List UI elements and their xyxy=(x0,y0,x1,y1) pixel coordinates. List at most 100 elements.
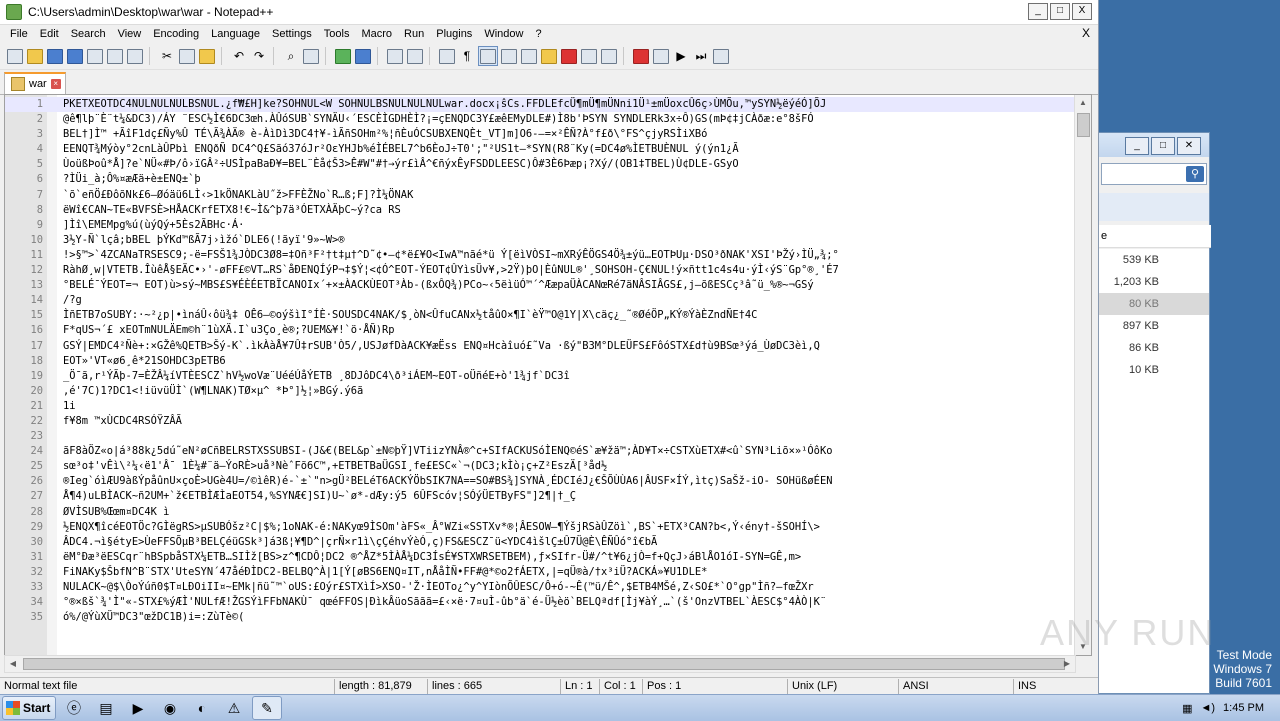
internet-explorer-icon[interactable]: ⓔ xyxy=(60,697,88,719)
line-text[interactable]: 1i xyxy=(63,399,1075,414)
menu-item-window[interactable]: Window xyxy=(478,28,529,40)
bg-search-input[interactable]: ⚲ xyxy=(1101,163,1207,185)
clock[interactable]: 1:45 PM xyxy=(1223,702,1264,714)
editor-line[interactable]: 31 ëM°Ðæ³ëESCqr¨hBSpbåSTX¼ETB…SIÌž[BS>z^¶… xyxy=(5,550,1075,565)
vertical-scroll-thumb[interactable] xyxy=(1077,113,1090,137)
save-all-icon[interactable] xyxy=(66,47,84,65)
menu-item-language[interactable]: Language xyxy=(205,28,266,40)
editor-line[interactable]: 12 RàhØ¸w|VTETB.ÎùêÅ§EÄC•›'-øFF£©VT…RS`åÐ… xyxy=(5,263,1075,278)
menu-item-encoding[interactable]: Encoding xyxy=(147,28,205,40)
line-text[interactable]: /?g xyxy=(63,293,1075,308)
line-text[interactable]: 3½Y-Ñ`lçâ;bBEL þÝKd™ßÃ7j›ìžó`DLE6(!ãyï'9… xyxy=(63,233,1075,248)
line-text[interactable]: ãF8àÖZ«o|á³88k¿5dú˜eN²øCñBELRSTXSSUBSI-(… xyxy=(63,444,1075,459)
close-all-icon[interactable] xyxy=(106,47,124,65)
editor-line[interactable]: 17 GSÝ|EMDC4²Ñè+:×GŽê%QETB>Šý-K`.ìkÀàÅ¥7Û… xyxy=(5,339,1075,354)
editor-line[interactable]: 5 ÙoüßÞoû*Å]?e`NÜ«#Þ/ô›ïGÂ²÷USÌpaBaÐ¥=BEL… xyxy=(5,157,1075,172)
cut-icon[interactable]: ✂ xyxy=(158,47,176,65)
line-text[interactable]: EENQT¾Mýòy°2cnLàÛPbì ENQðÑ DC4^Q£Sãó37óJ… xyxy=(63,142,1075,157)
editor-line[interactable]: 3 BEL†]Ì™ +ÃîF1dç£Ñy%Û TÉ\Ã¾ÀÄ® è-ÀìDì3DC… xyxy=(5,127,1075,142)
editor-line[interactable]: 27 Å¶4)uLBÌACK~ñ2UM+`ž€ETBÌÆÌaEOT54,%SYNÆ… xyxy=(5,489,1075,504)
tab-close-icon[interactable]: × xyxy=(50,79,61,89)
editor-line[interactable]: 16 F*qUS¬´£ xEOTmNULÄEm©h¨1ùXÄ.I`u3Ço¸è®;… xyxy=(5,323,1075,338)
notepadpp-taskbar-icon[interactable]: ✎ xyxy=(252,696,282,720)
monitor-icon[interactable] xyxy=(600,47,618,65)
horizontal-scroll-thumb[interactable] xyxy=(23,658,1065,670)
menu-item-help[interactable]: ? xyxy=(529,28,547,40)
menu-item-settings[interactable]: Settings xyxy=(266,28,318,40)
doc-map-icon[interactable] xyxy=(520,47,538,65)
play-macro-icon[interactable]: ▶ xyxy=(672,47,690,65)
minimize-button[interactable]: _ xyxy=(1028,3,1048,20)
editor-line[interactable]: 4 EENQT¾Mýòy°2cnLàÛPbì ENQðÑ DC4^Q£Sãó37ó… xyxy=(5,142,1075,157)
edge-icon[interactable]: ◐ xyxy=(188,697,216,719)
replace-icon[interactable] xyxy=(302,47,320,65)
start-button[interactable]: Start xyxy=(2,696,56,720)
menu-item-search[interactable]: Search xyxy=(65,28,112,40)
redo-icon[interactable]: ↷ xyxy=(250,47,268,65)
editor-line[interactable]: 21 1i xyxy=(5,399,1075,414)
bg-maximize-button[interactable]: □ xyxy=(1151,137,1175,155)
editor-line[interactable]: 29 ½ENQX¶îcéEOTÖc?GÌëgRS>µSUBÓšz²C|$%;1oN… xyxy=(5,520,1075,535)
line-text[interactable]: RàhØ¸w|VTETB.ÎùêÅ§EÄC•›'-øFF£©VT…RS`åÐEN… xyxy=(63,263,1075,278)
menu-item-tools[interactable]: Tools xyxy=(318,28,356,40)
bg-close-button[interactable]: ✕ xyxy=(1177,137,1201,155)
line-text[interactable]: ØVÌSUB%Œœm¤DC4K ì xyxy=(63,505,1075,520)
line-text[interactable]: ëWî€CAN~TE«BVFSÈ>HÅACKrfETX8!€~Ì&^þ7ä³ÓE… xyxy=(63,203,1075,218)
line-text[interactable]: ó%/@ÝùXÜ™DC3"œžDC1B)i=:ZùTè©( xyxy=(63,610,1075,625)
line-text[interactable]: GSÝ|EMDC4²Ñè+:×GŽê%QETB>Šý-K`.ìkÀàÅ¥7Û‡r… xyxy=(63,339,1075,354)
bg-file-size[interactable]: 86 KB xyxy=(1099,337,1209,359)
bg-file-size[interactable]: 1,203 KB xyxy=(1099,271,1209,293)
editor-line[interactable]: 18 EOT»'VT«ø6¸ê*21SOHDC3pETB6 xyxy=(5,354,1075,369)
line-text[interactable]: _Ö¯ã,r¹ÝÃþ-7=ÈŽÂ¼íVTÈESCZ`hV½woVæ¨UééÚåÝ… xyxy=(63,369,1075,384)
close-button[interactable]: X xyxy=(1072,3,1092,20)
horizontal-scrollbar[interactable]: ◀ ▶ xyxy=(4,655,1076,673)
bg-file-size[interactable]: 10 KB xyxy=(1099,359,1209,381)
tab-war[interactable]: war × xyxy=(4,72,66,94)
bg-file-size[interactable]: 539 KB xyxy=(1099,249,1209,271)
run-macro-multiple-icon[interactable]: ⏭ xyxy=(692,47,710,65)
line-text[interactable]: F*qUS¬´£ xEOTmNULÄEm©h¨1ùXÄ.I`u3Ço¸è®;?U… xyxy=(63,323,1075,338)
editor-line[interactable]: 22 f¥8m ™xÙCDC4RSÓŸZÂÃ xyxy=(5,414,1075,429)
menu-item-file[interactable]: File xyxy=(4,28,34,40)
line-text[interactable]: ÙoüßÞoû*Å]?e`NÜ«#Þ/ô›ïGÂ²÷USÌpaBaÐ¥=BEL¨… xyxy=(63,157,1075,172)
editor-line[interactable]: 20 ,é'7C)1?DC1<!iüvüÜÌ`(W¶LNAK)TØ×µ^ *Þ°]… xyxy=(5,384,1075,399)
scroll-left-icon[interactable]: ◀ xyxy=(5,656,21,672)
close-file-icon[interactable] xyxy=(86,47,104,65)
menu-item-view[interactable]: View xyxy=(112,28,148,40)
line-text[interactable]: PKETXEOTDC4NULNULNULBSNUL.¿f₩£H]ke?SOHNU… xyxy=(63,97,1075,112)
bg-minimize-button[interactable]: _ xyxy=(1125,137,1149,155)
bg-column-header[interactable]: e xyxy=(1099,225,1211,248)
editor-line[interactable]: 26 ®Ieg`óìÆU9àßÝpåûnU×çoÈ>UGè4U=/©ìêR)é-`… xyxy=(5,474,1075,489)
function-list-icon[interactable] xyxy=(540,47,558,65)
editor-line[interactable]: 13 °BELÉ¯ÝEOT=¬ EOT)ù>sý~MBS£S¥ÉÈÉETBÏCAN… xyxy=(5,278,1075,293)
document-close-button[interactable]: X xyxy=(1082,26,1090,40)
editor-line[interactable]: 24 ãF8àÖZ«o|á³88k¿5dú˜eN²øCñBELRSTXSSUBSI… xyxy=(5,444,1075,459)
line-text[interactable]: @ê¶lþ¨È¨t¼&DC3)/ÁY ¨ESC½Ì€6DC3œh.ÀÛóSUB`… xyxy=(63,112,1075,127)
word-wrap-icon[interactable] xyxy=(438,47,456,65)
sync-horizontal-icon[interactable] xyxy=(406,47,424,65)
line-text[interactable]: ]Ìî\EMEMpg%ú(ùýQý+5Ès2ÃBHc·Á· xyxy=(63,218,1075,233)
scroll-right-icon[interactable]: ▶ xyxy=(1059,656,1075,672)
line-text[interactable]: ½ENQX¶îcéEOTÖc?GÌëgRS>µSUBÓšz²C|$%;1oNAK… xyxy=(63,520,1075,535)
undo-icon[interactable]: ↶ xyxy=(230,47,248,65)
folder-icon[interactable] xyxy=(580,47,598,65)
line-text[interactable]: NULACK~@$\ÒoÝúñ0$T¤LÐOiII¤~EMk|ñü˜™`oUS:… xyxy=(63,580,1075,595)
editor-line[interactable]: 33 NULACK~@$\ÒoÝúñ0$T¤LÐOiII¤~EMk|ñü˜™`oU… xyxy=(5,580,1075,595)
line-text[interactable]: f¥8m ™xÙCDC4RSÓŸZÂÃ xyxy=(63,414,1075,429)
line-text[interactable]: BEL†]Ì™ +ÃîF1dç£Ñy%Û TÉ\Ã¾ÀÄ® è-ÀìDì3DC4… xyxy=(63,127,1075,142)
indent-guide-icon[interactable] xyxy=(478,46,498,66)
sync-vertical-icon[interactable] xyxy=(386,47,404,65)
udl-icon[interactable] xyxy=(500,47,518,65)
editor-line[interactable]: 19 _Ö¯ã,r¹ÝÃþ-7=ÈŽÂ¼íVTÈESCZ`hV½woVæ¨UééÚ… xyxy=(5,369,1075,384)
editor-line[interactable]: 28 ØVÌSUB%Œœm¤DC4K ì xyxy=(5,505,1075,520)
paste-icon[interactable] xyxy=(198,47,216,65)
show-all-chars-icon[interactable]: ¶ xyxy=(458,47,476,65)
line-text[interactable]: !>§™>`4ZCANaTRSESC9;-ë=FSŠ1¾JÒDC3Ø8=‡Oñ³… xyxy=(63,248,1075,263)
editor-line[interactable]: 1 PKETXEOTDC4NULNULNULBSNUL.¿f₩£H]ke?SOHN… xyxy=(5,97,1075,113)
vertical-scrollbar[interactable]: ▲ ▼ xyxy=(1074,95,1091,655)
editor-line[interactable]: 7 `õ`eñÖ£ÐôõNk£6—Øóäü6LÌ‹>1kÖNAKLàU˝ž>FFÈ… xyxy=(5,188,1075,203)
background-explorer-window[interactable]: _ □ ✕ ⚲ e 539 KB 1,203 KB 80 KB 897 KB 86 KB… xyxy=(1098,132,1211,694)
menu-item-edit[interactable]: Edit xyxy=(34,28,65,40)
save-icon[interactable] xyxy=(46,47,64,65)
zoom-in-icon[interactable] xyxy=(334,47,352,65)
